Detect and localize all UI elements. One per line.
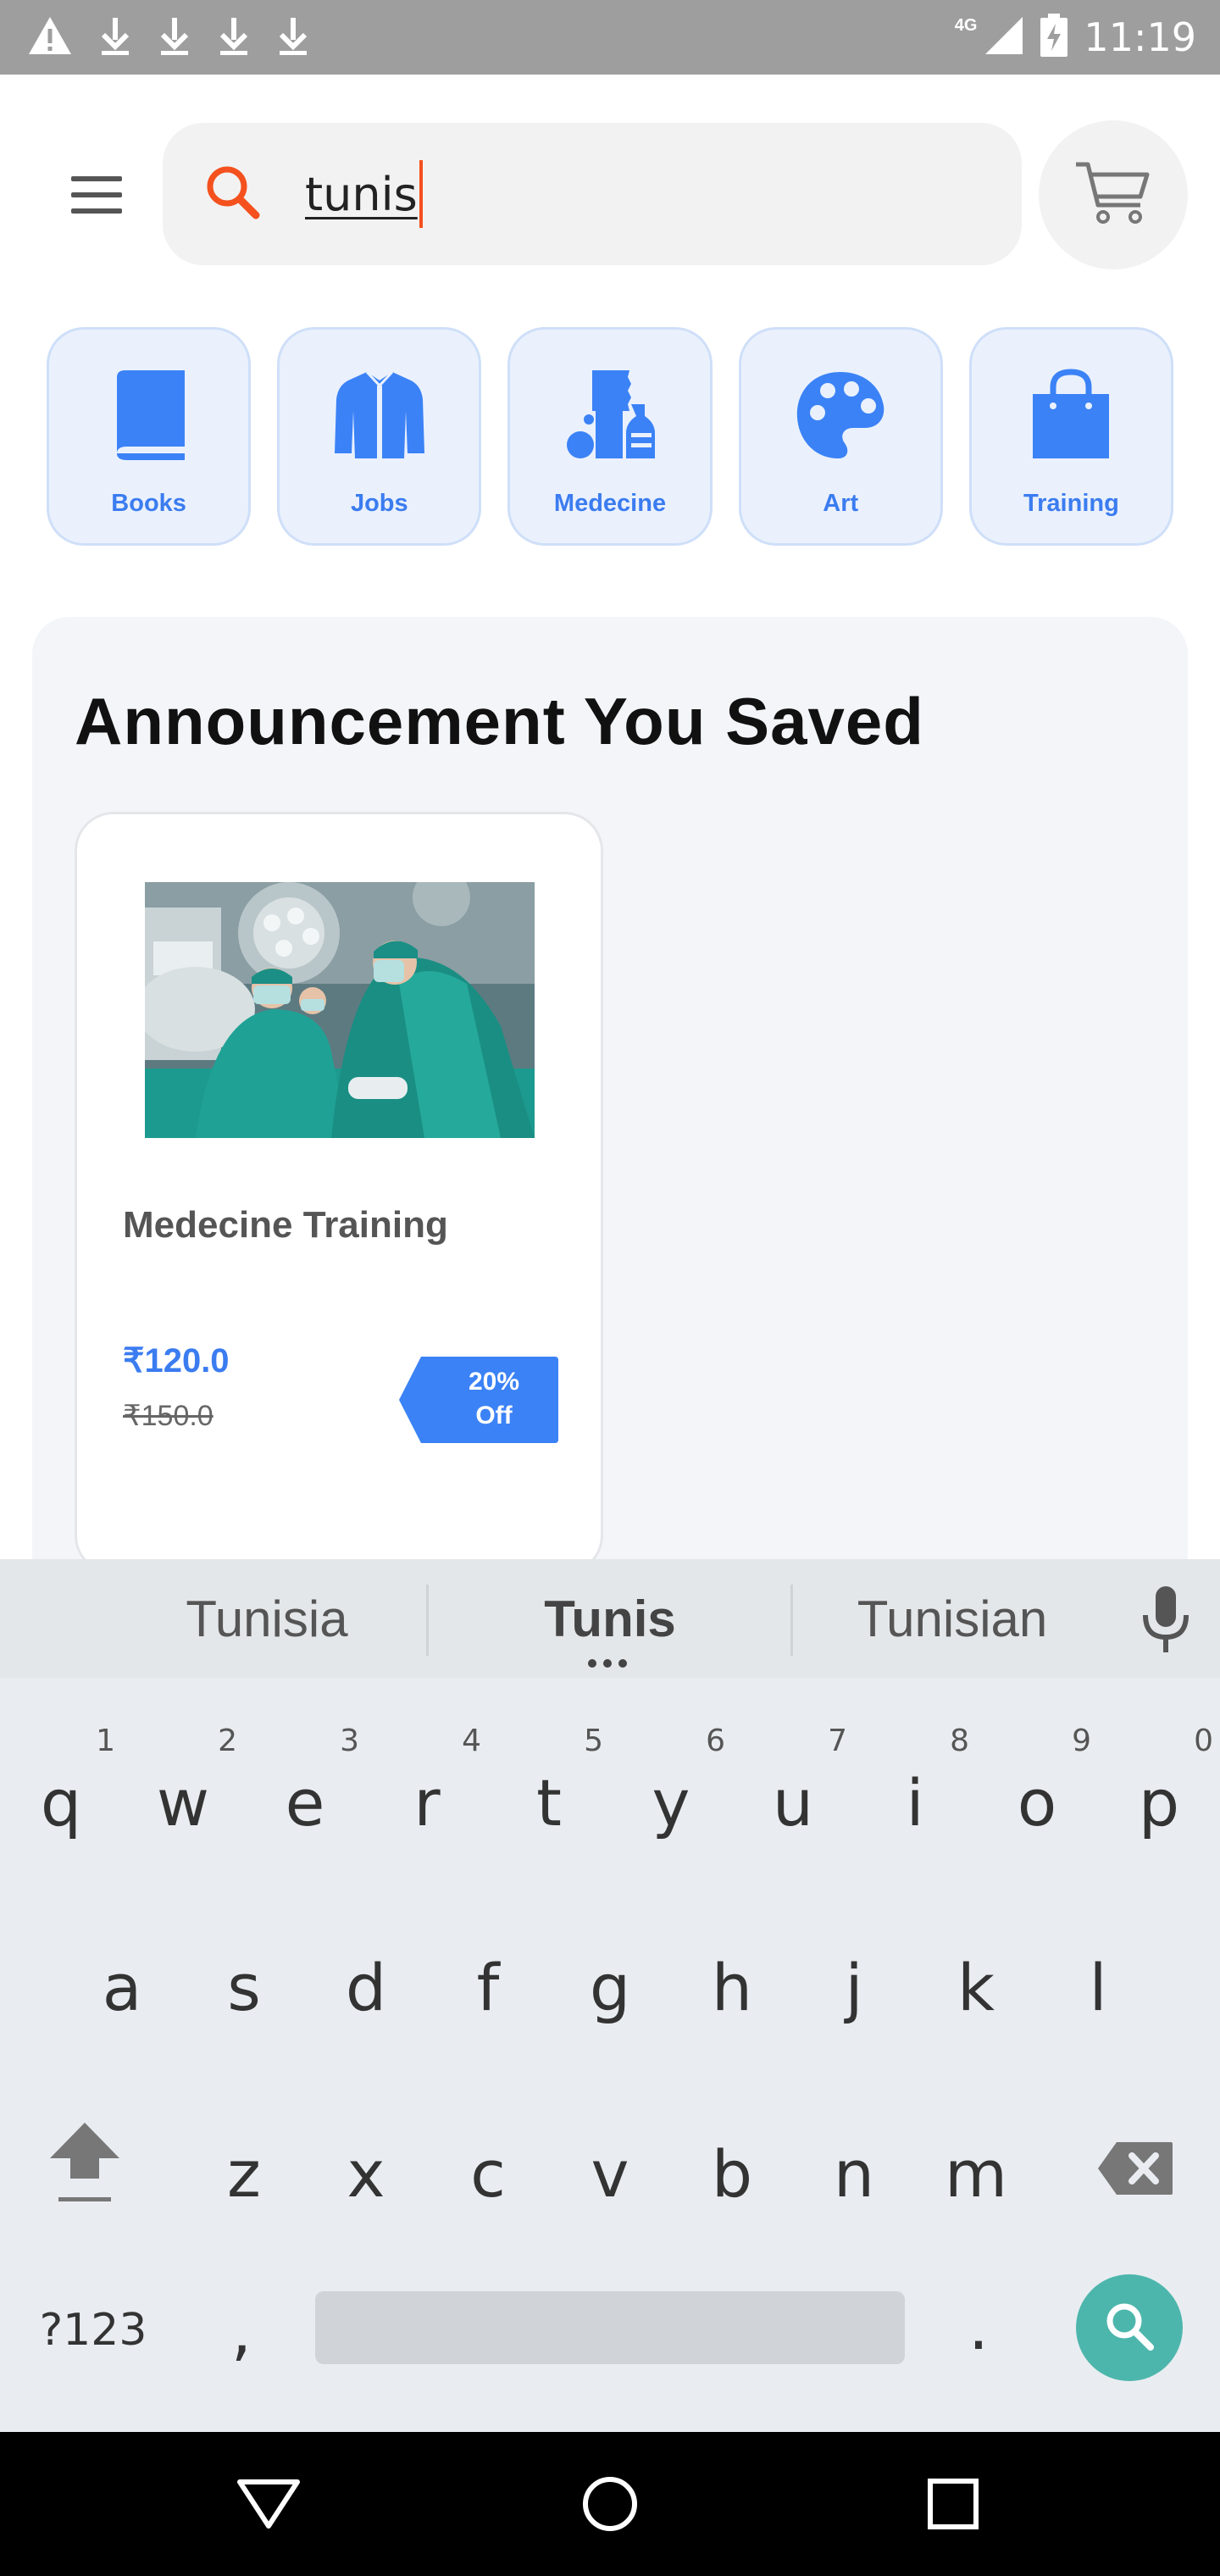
backspace-key[interactable] — [1068, 2118, 1203, 2229]
key-u[interactable]: u7 — [732, 1724, 854, 1857]
warning-icon — [27, 15, 73, 60]
key-i[interactable]: i8 — [854, 1724, 976, 1857]
book-icon — [107, 369, 191, 466]
key-k[interactable]: k — [915, 1932, 1037, 2042]
search-icon — [1103, 2300, 1156, 2357]
cart-icon — [1074, 159, 1152, 231]
cart-button[interactable] — [1039, 120, 1188, 269]
jacket-icon — [333, 369, 426, 466]
spacebar[interactable] — [315, 2291, 905, 2364]
shopping-bag-icon — [1024, 369, 1117, 466]
category-label: Medecine — [553, 490, 667, 517]
key-c[interactable]: c — [427, 2118, 549, 2229]
key-q[interactable]: q1 — [0, 1724, 122, 1857]
key-j[interactable]: j — [793, 1932, 915, 2042]
search-value: tunis — [305, 167, 418, 221]
network-type: 4G — [954, 15, 978, 35]
clock: 11:19 — [1084, 14, 1196, 60]
announcement-card[interactable]: Medecine Training ₹120.0 ₹150.0 20% Off — [75, 812, 603, 1574]
key-x[interactable]: x — [305, 2118, 427, 2229]
hamburger-menu-icon[interactable] — [66, 169, 127, 220]
navigation-bar — [0, 2432, 1220, 2576]
key-o[interactable]: o9 — [976, 1724, 1098, 1857]
comma-key[interactable]: , — [195, 2288, 288, 2373]
more-suggestions-indicator — [588, 1659, 627, 1668]
text-caret — [419, 160, 423, 228]
suggestion-strip: Tunisia Tunis Tunisian — [0, 1559, 1220, 1678]
category-label: Training — [1023, 490, 1119, 517]
suggestion-1[interactable]: Tunisia — [110, 1559, 424, 1678]
card-title: Medecine Training — [123, 1204, 448, 1246]
discount-percent: 20% — [468, 1368, 520, 1396]
category-label: Art — [823, 490, 859, 517]
keyboard-search-button[interactable] — [1076, 2274, 1183, 2381]
current-price: ₹120.0 — [123, 1342, 230, 1380]
key-n[interactable]: n — [793, 2118, 915, 2229]
surgeons-operating-room-photo — [145, 882, 535, 1138]
download-icon — [158, 14, 191, 61]
backspace-icon — [1096, 2136, 1174, 2212]
category-row: Books Jobs Medecine Art Training — [47, 327, 1174, 546]
key-f[interactable]: f — [427, 1932, 549, 2042]
category-training[interactable]: Training — [968, 327, 1174, 546]
category-books[interactable]: Books — [47, 327, 252, 546]
status-notifications — [27, 14, 310, 61]
key-b[interactable]: b — [671, 2118, 793, 2229]
suggestion-3[interactable]: Tunisian — [793, 1559, 1112, 1678]
category-art[interactable]: Art — [738, 327, 943, 546]
soft-keyboard: Tunisia Tunis Tunisian q1 w2 e3 r4 t5 y6… — [0, 1559, 1220, 2432]
back-icon[interactable] — [230, 2466, 307, 2542]
key-w[interactable]: w2 — [122, 1724, 244, 1857]
category-label: Books — [111, 490, 186, 517]
status-system: 4G 11:19 — [954, 13, 1196, 62]
search-input[interactable]: tunis — [163, 123, 1022, 265]
key-z[interactable]: z — [183, 2118, 305, 2229]
discount-off: Off — [475, 1402, 513, 1430]
microphone-icon[interactable] — [1140, 1585, 1191, 1656]
key-p[interactable]: p0 — [1098, 1724, 1220, 1857]
original-price: ₹150.0 — [123, 1400, 214, 1432]
category-jobs[interactable]: Jobs — [277, 327, 482, 546]
saved-announcements-section: Announcement You Saved Medecine Training… — [32, 617, 1188, 1634]
key-a[interactable]: a — [61, 1932, 183, 2042]
download-icon — [98, 14, 132, 61]
download-icon — [217, 14, 251, 61]
shift-key[interactable] — [17, 2101, 152, 2237]
key-e[interactable]: e3 — [244, 1724, 366, 1857]
key-m[interactable]: m — [915, 2118, 1037, 2229]
key-r[interactable]: r4 — [366, 1724, 488, 1857]
signal-icon — [984, 15, 1024, 60]
section-title: Announcement You Saved — [75, 684, 924, 758]
medicine-icon — [563, 369, 657, 466]
category-medicine[interactable]: Medecine — [507, 327, 713, 546]
category-label: Jobs — [350, 490, 408, 517]
key-l[interactable]: l — [1037, 1932, 1159, 2042]
search-icon — [203, 163, 263, 226]
discount-badge: 20% Off — [399, 1357, 558, 1443]
battery-charging-icon — [1040, 13, 1068, 62]
symbols-key[interactable]: ?123 — [17, 2288, 169, 2373]
home-icon[interactable] — [572, 2466, 648, 2542]
period-key[interactable]: . — [932, 2279, 1025, 2373]
key-d[interactable]: d — [305, 1932, 427, 2042]
download-icon — [276, 14, 310, 61]
key-t[interactable]: t5 — [488, 1724, 610, 1857]
key-h[interactable]: h — [671, 1932, 793, 2042]
key-s[interactable]: s — [183, 1932, 305, 2042]
status-bar: 4G 11:19 — [0, 0, 1220, 75]
recents-icon[interactable] — [915, 2466, 991, 2542]
key-v[interactable]: v — [549, 2118, 671, 2229]
shift-icon — [47, 2119, 123, 2219]
key-y[interactable]: y6 — [610, 1724, 732, 1857]
key-g[interactable]: g — [549, 1932, 671, 2042]
palette-icon — [794, 369, 887, 466]
